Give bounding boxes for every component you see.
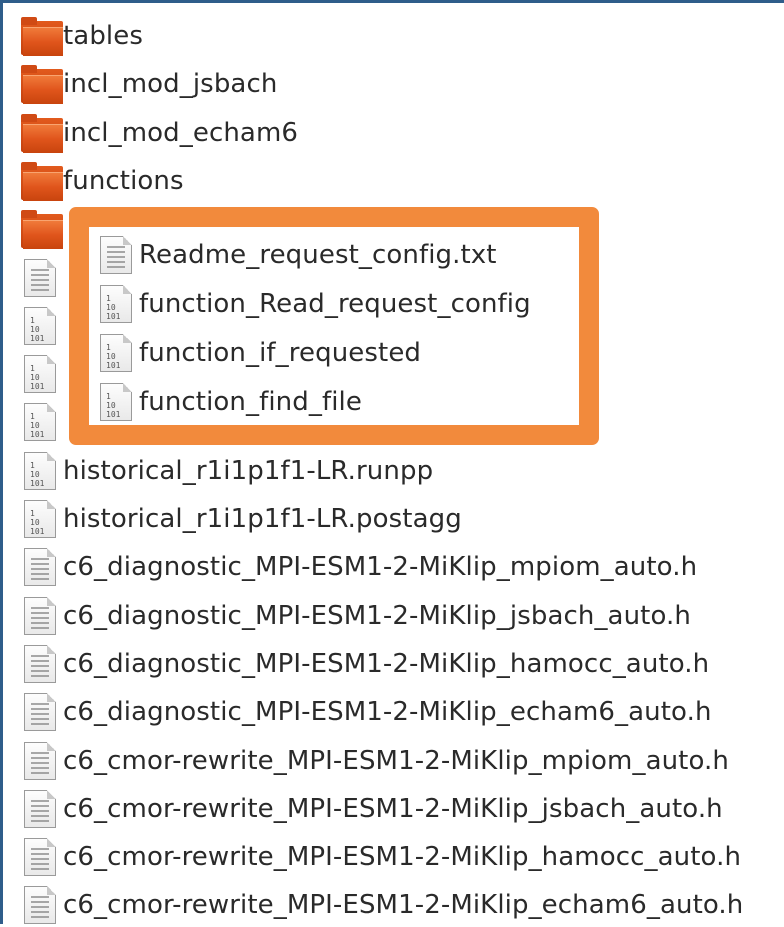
file-name: Readme_request_config.txt <box>139 240 497 270</box>
file-row[interactable]: c6_diagnostic_MPI-ESM1-2-MiKlip_jsbach_a… <box>17 594 784 638</box>
file-row[interactable]: 1 10 101 function_find_file <box>93 380 593 424</box>
binary-file-icon: 1 10 101 <box>93 282 139 326</box>
text-file-icon <box>17 787 63 831</box>
file-row[interactable]: c6_cmor-rewrite_MPI-ESM1-2-MiKlip_jsbach… <box>17 787 784 831</box>
folder-icon <box>17 14 63 58</box>
file-row[interactable]: tables <box>17 14 784 58</box>
file-row[interactable]: 1 10 101 function_if_requested <box>93 331 593 375</box>
file-row[interactable]: 1 10 101 function_Read_request_config <box>93 282 593 326</box>
folder-icon <box>17 62 63 106</box>
file-row[interactable]: c6_cmor-rewrite_MPI-ESM1-2-MiKlip_mpiom_… <box>17 739 784 783</box>
binary-file-icon: 1 10 101 <box>17 449 63 493</box>
text-file-icon <box>17 545 63 589</box>
file-name: c6_cmor-rewrite_MPI-ESM1-2-MiKlip_hamocc… <box>63 842 742 873</box>
folder-icon <box>17 159 63 203</box>
file-name: c6_cmor-rewrite_MPI-ESM1-2-MiKlip_mpiom_… <box>63 745 729 776</box>
binary-file-icon: 1 10 101 <box>17 400 63 444</box>
file-list: tables incl_mod_jsbach incl_mod_echam6func… <box>3 3 784 927</box>
binary-file-icon: 1 10 101 <box>17 497 63 541</box>
text-file-icon <box>17 883 63 927</box>
text-file-icon <box>17 739 63 783</box>
file-name: function_if_requested <box>139 338 422 368</box>
file-row[interactable]: incl_mod_jsbach <box>17 62 784 106</box>
file-name: function_Read_request_config <box>139 289 531 319</box>
file-name: incl_mod_echam6 <box>63 117 299 148</box>
file-row[interactable]: Readme_request_config.txt <box>93 233 593 277</box>
file-name: c6_diagnostic_MPI-ESM1-2-MiKlip_jsbach_a… <box>63 600 691 631</box>
file-name: incl_mod_jsbach <box>63 69 278 100</box>
text-file-icon <box>17 642 63 686</box>
file-row[interactable]: 1 10 101 historical_r1i1p1f1-LR.runpp <box>17 449 784 493</box>
binary-file-icon: 1 10 101 <box>17 304 63 348</box>
text-file-icon <box>17 690 63 734</box>
file-row[interactable]: c6_diagnostic_MPI-ESM1-2-MiKlip_mpiom_au… <box>17 545 784 589</box>
file-name: tables <box>63 21 143 51</box>
file-row[interactable]: c6_cmor-rewrite_MPI-ESM1-2-MiKlip_hamocc… <box>17 835 784 879</box>
folder-icon <box>17 207 63 251</box>
binary-file-icon: 1 10 101 <box>17 352 63 396</box>
file-name: c6_cmor-rewrite_MPI-ESM1-2-MiKlip_echam6… <box>63 890 744 921</box>
text-file-icon <box>17 835 63 879</box>
file-name: c6_diagnostic_MPI-ESM1-2-MiKlip_echam6_a… <box>63 697 712 728</box>
file-row[interactable]: incl_mod_echam6 <box>17 111 784 155</box>
file-row[interactable]: c6_diagnostic_MPI-ESM1-2-MiKlip_echam6_a… <box>17 690 784 734</box>
file-name: historical_r1i1p1f1-LR.runpp <box>63 455 434 486</box>
file-name: functions <box>63 165 184 196</box>
file-row[interactable]: 1 10 101 historical_r1i1p1f1-LR.postagg <box>17 497 784 541</box>
file-name: function_find_file <box>139 387 362 417</box>
binary-file-icon: 1 10 101 <box>93 380 139 424</box>
highlight-box: Readme_request_config.txt 1 10 101 functio… <box>69 207 599 445</box>
text-file-icon <box>17 594 63 638</box>
file-name: c6_diagnostic_MPI-ESM1-2-MiKlip_hamocc_a… <box>63 648 710 679</box>
file-name: historical_r1i1p1f1-LR.postagg <box>63 504 462 534</box>
text-file-icon <box>17 256 63 300</box>
binary-file-icon: 1 10 101 <box>93 331 139 375</box>
file-row[interactable]: c6_cmor-rewrite_MPI-ESM1-2-MiKlip_echam6… <box>17 883 784 927</box>
text-file-icon <box>93 233 139 277</box>
file-browser-frame: tables incl_mod_jsbach incl_mod_echam6func… <box>0 0 784 927</box>
file-name: c6_diagnostic_MPI-ESM1-2-MiKlip_mpiom_au… <box>63 552 698 583</box>
file-row[interactable]: c6_diagnostic_MPI-ESM1-2-MiKlip_hamocc_a… <box>17 642 784 686</box>
folder-icon <box>17 111 63 155</box>
file-row[interactable]: functions <box>17 159 784 203</box>
highlighted-file-list: Readme_request_config.txt 1 10 101 functio… <box>89 227 579 425</box>
file-name: c6_cmor-rewrite_MPI-ESM1-2-MiKlip_jsbach… <box>63 793 723 824</box>
